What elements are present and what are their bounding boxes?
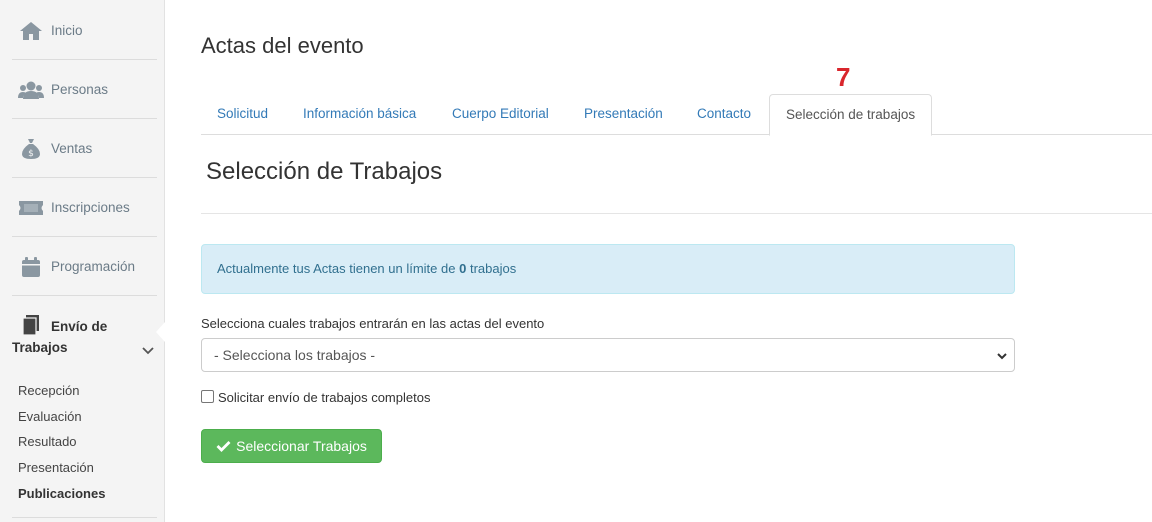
tab-seleccion-de-trabajos[interactable]: Selección de trabajos [769,94,933,136]
home-icon [18,18,44,44]
select-works-button-label: Seleccionar Trabajos [236,438,367,454]
sidebar-item-inscripciones[interactable]: Inscripciones [12,179,157,237]
select-works-button[interactable]: Seleccionar Trabajos [201,429,382,463]
sidebar-item-label: Personas [51,82,109,97]
documents-icon [18,312,44,338]
tab-bar: Solicitud Información básica Cuerpo Edit… [201,94,1152,136]
full-works-checkbox-row[interactable]: Solicitar envío de trabajos completos [201,390,430,405]
section-title: Selección de Trabajos [206,158,443,185]
divider [201,213,1152,214]
alert-suffix: trabajos [469,261,517,276]
alert-text: Actualmente tus Actas tienen un límite d… [217,261,456,276]
sidebar-item-label-line2: Trabajos [12,340,68,355]
tab-solicitud[interactable]: Solicitud [201,94,284,135]
sidebar-item-envio-de-trabajos[interactable]: Envío de Trabajos [12,308,157,382]
page-title: Actas del evento [201,33,364,58]
chevron-down-icon[interactable] [142,342,154,360]
submenu-item-presentacion[interactable]: Presentación [18,455,105,481]
sidebar-item-label: Programación [51,259,136,274]
sidebar-item-label: Ventas [51,141,93,156]
calendar-icon [18,254,44,280]
sidebar-item-label: Inicio [51,23,83,38]
chevron-down-icon [996,349,1008,365]
check-icon [216,440,231,452]
users-icon [18,77,44,103]
select-value: - Selecciona los trabajos - [214,347,376,363]
sidebar-item-ventas[interactable]: $ Ventas [12,120,157,178]
active-indicator-arrow [156,322,165,342]
full-works-checkbox[interactable] [201,390,214,403]
tab-cuerpo-editorial[interactable]: Cuerpo Editorial [436,94,565,135]
alert-count: 0 [459,261,467,276]
sidebar-item-label: Inscripciones [51,200,130,215]
submenu-item-resultado[interactable]: Resultado [18,429,105,455]
submenu-item-publicaciones[interactable]: Publicaciones [18,481,105,507]
tab-presentacion[interactable]: Presentación [568,94,679,135]
sidebar-item-inicio[interactable]: Inicio [12,2,157,60]
tab-contacto[interactable]: Contacto [681,94,767,135]
sidebar-item-label: Envío de [51,319,108,334]
svg-text:$: $ [28,149,34,159]
submenu-item-evaluacion[interactable]: Evaluación [18,404,105,430]
step-number: 7 [836,62,851,92]
checkbox-label: Solicitar envío de trabajos completos [218,390,431,405]
tab-informacion-basica[interactable]: Información básica [287,94,432,135]
works-select[interactable]: - Selecciona los trabajos - [201,338,1015,372]
submenu: Recepción Evaluación Resultado Presentac… [18,378,105,506]
submenu-item-recepcion[interactable]: Recepción [18,378,105,404]
ticket-icon [18,195,44,221]
sidebar-item-programacion[interactable]: Programación [12,238,157,296]
info-alert: Actualmente tus Actas tienen un límite d… [201,244,1015,294]
select-label: Selecciona cuales trabajos entrarán en l… [201,316,545,331]
divider [12,517,157,518]
money-bag-icon: $ [18,136,44,162]
sidebar-item-personas[interactable]: Personas [12,61,157,119]
sidebar: Inicio Personas $ Ventas Inscripciones P… [0,0,165,522]
